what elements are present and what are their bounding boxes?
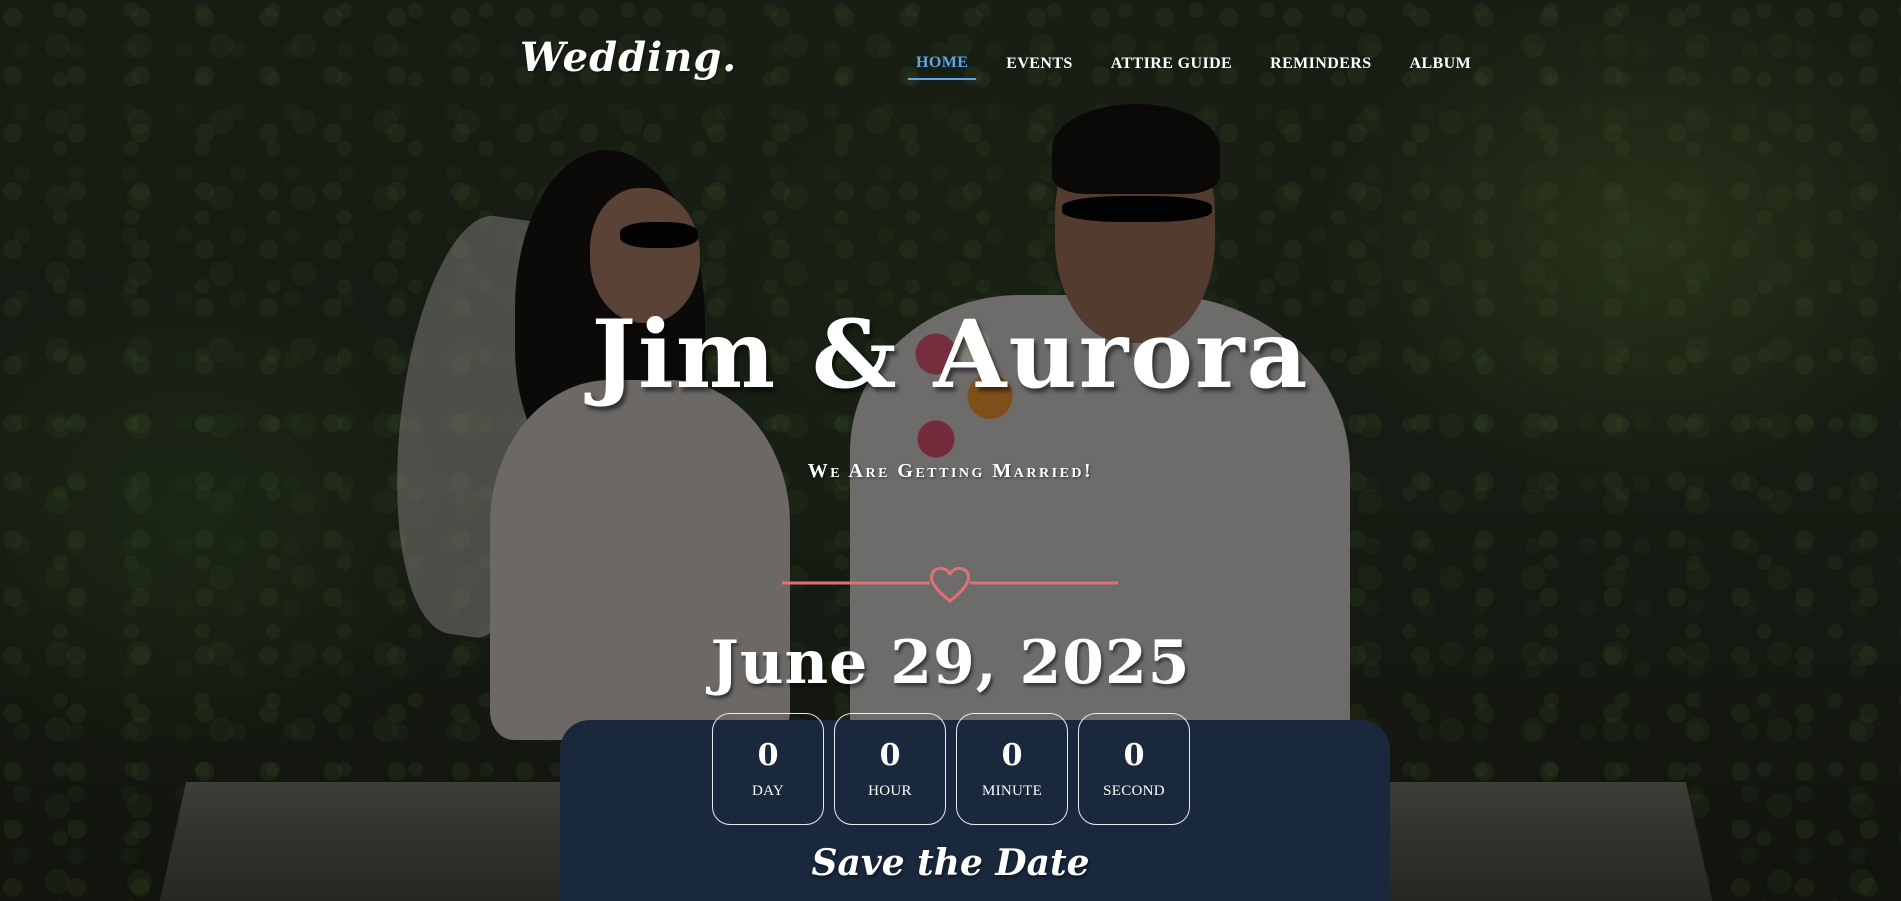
countdown-minute: 0 MINUTE [956,713,1068,825]
countdown-hour: 0 HOUR [834,713,946,825]
couple-names: Jim & Aurora [591,300,1310,410]
countdown-second-label: SECOND [1103,782,1165,799]
nav-menu: HOME EVENTS ATTIRE GUIDE REMINDERS ALBUM [908,52,1479,80]
top-navbar: Wedding. HOME EVENTS ATTIRE GUIDE REMIND… [0,0,1901,120]
countdown-hour-value: 0 [879,737,901,773]
nav-album[interactable]: ALBUM [1402,53,1480,79]
countdown-timer: 0 DAY 0 HOUR 0 MINUTE 0 SECOND [712,713,1190,825]
nav-events[interactable]: EVENTS [998,53,1080,79]
brand-logo[interactable]: Wedding. [520,34,737,81]
countdown-minute-value: 0 [1001,737,1023,773]
countdown-second: 0 SECOND [1078,713,1190,825]
countdown-day: 0 DAY [712,713,824,825]
nav-home[interactable]: HOME [908,52,977,80]
countdown-minute-label: MINUTE [981,782,1043,799]
save-the-date-heading: Save the Date [811,842,1090,884]
tagline: We Are Getting Married! [807,460,1094,482]
heart-divider [782,566,1118,603]
nav-attire-guide[interactable]: ATTIRE GUIDE [1103,53,1240,79]
countdown-second-value: 0 [1123,737,1145,773]
countdown-day-label: DAY [751,782,785,799]
countdown-day-value: 0 [757,737,779,773]
heart-icon [929,566,971,603]
countdown-hour-label: HOUR [868,782,912,799]
wedding-date: June 29, 2025 [710,628,1191,698]
nav-reminders[interactable]: REMINDERS [1262,53,1379,79]
